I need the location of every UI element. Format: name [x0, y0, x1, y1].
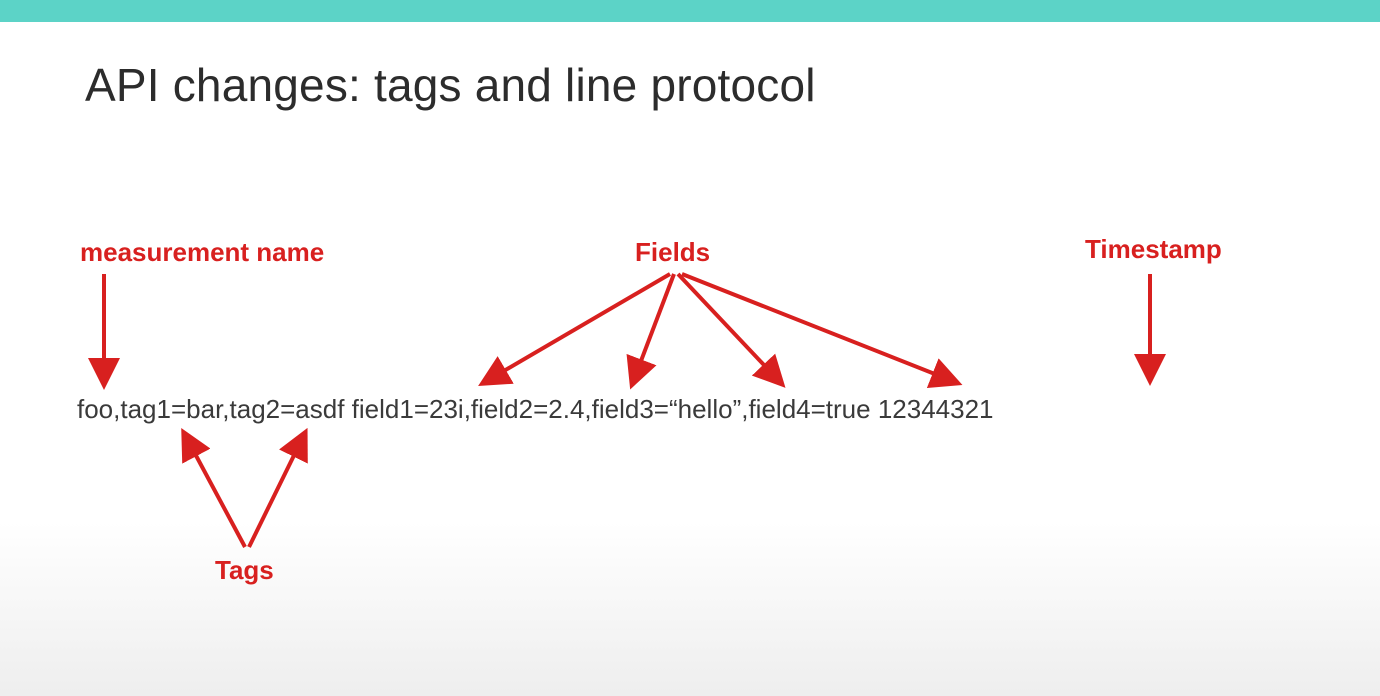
- arrow-field2: [633, 274, 674, 382]
- label-tags: Tags: [215, 555, 274, 586]
- slide-body: API changes: tags and line protocol meas…: [0, 22, 1380, 696]
- slide-title: API changes: tags and line protocol: [85, 58, 816, 112]
- arrow-field3: [678, 274, 780, 382]
- arrow-tag1: [185, 435, 245, 547]
- annotation-arrows: [0, 22, 1380, 696]
- label-timestamp: Timestamp: [1085, 234, 1222, 265]
- arrow-tag2: [249, 435, 304, 547]
- accent-top-bar: [0, 0, 1380, 22]
- label-fields: Fields: [635, 237, 710, 268]
- line-protocol-text: foo,tag1=bar,tag2=asdf field1=23i,field2…: [77, 394, 994, 425]
- label-measurement-name: measurement name: [80, 237, 324, 268]
- arrow-field1: [485, 274, 670, 382]
- arrow-field4: [682, 274, 955, 382]
